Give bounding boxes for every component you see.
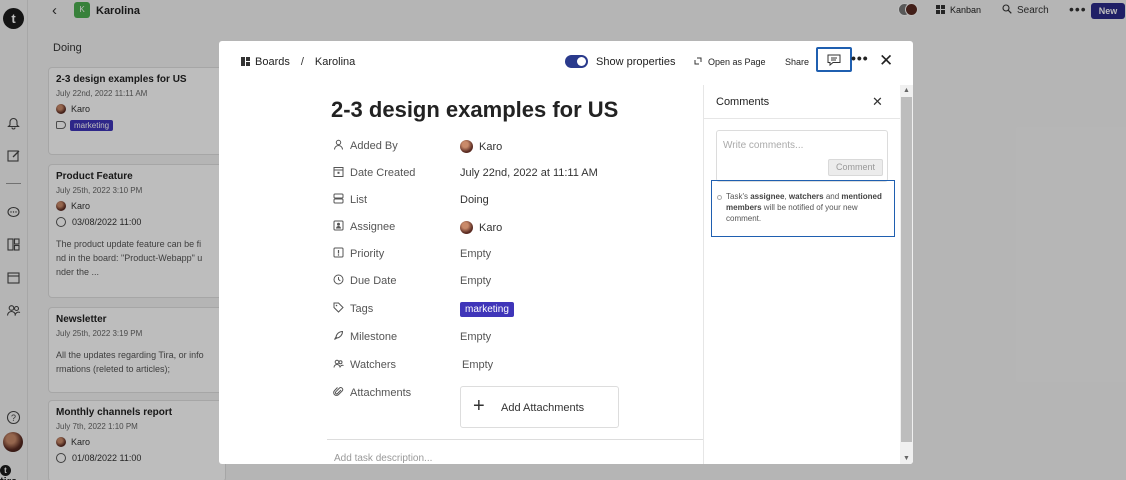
property-date-created: Date Created July 22nd, 2022 at 11:11 AM xyxy=(331,165,711,183)
property-label: Due Date xyxy=(350,275,397,287)
property-value[interactable]: Empty xyxy=(460,248,491,260)
comments-toggle-button[interactable] xyxy=(816,47,852,72)
property-value: Karo xyxy=(460,140,502,153)
assignee-icon xyxy=(333,220,344,231)
open-as-page-label: Open as Page xyxy=(708,57,766,67)
property-value[interactable]: Empty xyxy=(462,359,493,371)
property-label: Milestone xyxy=(350,331,398,343)
breadcrumb-board[interactable]: Karolina xyxy=(315,56,355,68)
property-label: Priority xyxy=(350,248,385,260)
paperclip-icon xyxy=(333,387,344,396)
property-label: Date Created xyxy=(350,167,416,179)
boards-icon xyxy=(241,57,250,66)
calendar-icon xyxy=(333,167,344,177)
property-list: List Doing xyxy=(331,192,711,210)
plus-icon: + xyxy=(473,395,485,417)
assignee-name: Karo xyxy=(479,222,503,234)
added-by-name: Karo xyxy=(479,141,503,153)
show-properties-toggle[interactable] xyxy=(565,55,588,68)
priority-icon xyxy=(333,247,344,258)
comment-icon xyxy=(827,54,841,66)
breadcrumb: Boards / Karolina xyxy=(241,56,355,68)
comment-input[interactable]: Write comments... Comment xyxy=(716,130,888,182)
property-due-date: Due Date Empty xyxy=(331,273,711,291)
property-watchers: Watchers Empty xyxy=(331,357,711,375)
avatar xyxy=(460,140,473,153)
property-tags: Tags marketing xyxy=(331,301,711,319)
property-added-by: Added By Karo xyxy=(331,138,711,156)
property-label: Assignee xyxy=(350,221,396,233)
more-options-icon[interactable]: ••• xyxy=(851,50,869,66)
add-attachments-button[interactable]: + Add Attachments xyxy=(460,386,619,428)
open-as-page-button[interactable]: Open as Page xyxy=(694,57,766,67)
notice-text: Task's xyxy=(726,192,751,201)
tag-badge[interactable]: marketing xyxy=(460,302,514,317)
divider xyxy=(704,118,900,119)
notice-text: and xyxy=(823,192,842,201)
info-dot-icon xyxy=(717,195,722,200)
property-milestone: Milestone Empty xyxy=(331,329,711,347)
comments-panel: Comments ✕ Write comments... Comment Tas… xyxy=(703,85,900,464)
list-icon xyxy=(333,193,344,204)
task-modal: Boards / Karolina Show properties Open as … xyxy=(219,41,913,464)
share-button[interactable]: Share xyxy=(785,57,809,67)
property-value[interactable]: Doing xyxy=(460,194,489,206)
add-attachments-label: Add Attachments xyxy=(501,402,585,414)
property-value[interactable]: Empty xyxy=(460,275,491,287)
property-label: Attachments xyxy=(350,387,412,399)
scrollbar-thumb[interactable] xyxy=(901,97,912,442)
property-assignee: Assignee Karo xyxy=(331,219,711,237)
property-label: Added By xyxy=(350,140,398,152)
tag-icon xyxy=(333,302,344,313)
breadcrumb-boards[interactable]: Boards xyxy=(255,56,290,68)
divider xyxy=(327,439,703,440)
comment-submit-button[interactable]: Comment xyxy=(828,159,883,176)
close-comments-icon[interactable]: ✕ xyxy=(872,94,883,110)
breadcrumb-separator: / xyxy=(300,56,304,68)
avatar xyxy=(460,221,473,234)
comment-placeholder: Write comments... xyxy=(723,140,804,151)
task-title[interactable]: 2-3 design examples for US xyxy=(331,97,618,123)
task-description-input[interactable]: Add task description... xyxy=(334,453,432,464)
scroll-up-icon[interactable]: ▲ xyxy=(903,87,910,94)
notice-watchers: watchers xyxy=(788,192,824,201)
property-label: Tags xyxy=(350,303,374,315)
notification-notice: Task's assignee, watchers and mentioned … xyxy=(711,180,895,237)
expand-icon xyxy=(694,57,702,65)
close-icon[interactable]: ✕ xyxy=(879,51,893,71)
clock-icon xyxy=(333,274,344,285)
property-value[interactable]: Karo xyxy=(460,221,502,234)
property-label: List xyxy=(350,194,368,206)
watchers-icon xyxy=(333,359,344,368)
notice-assignee: assignee xyxy=(750,192,785,201)
property-value[interactable]: marketing xyxy=(460,302,514,317)
property-label: Watchers xyxy=(350,359,397,371)
property-value[interactable]: Empty xyxy=(460,331,491,343)
property-value: July 22nd, 2022 at 11:11 AM xyxy=(460,167,598,179)
property-priority: Priority Empty xyxy=(331,246,711,264)
person-icon xyxy=(334,139,343,150)
comments-scrollbar[interactable]: ▲ ▼ xyxy=(900,85,913,464)
rocket-icon xyxy=(334,330,344,340)
scroll-down-icon[interactable]: ▼ xyxy=(903,455,910,462)
show-properties-label[interactable]: Show properties xyxy=(596,56,676,68)
comments-title: Comments xyxy=(716,96,770,108)
